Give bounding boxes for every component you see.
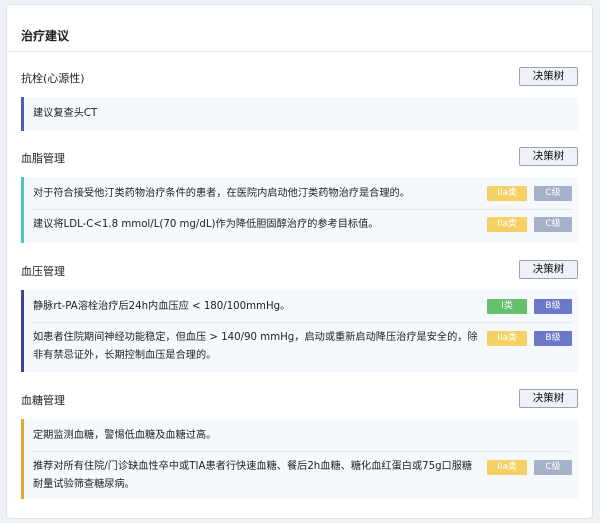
recommendation-text-line: 如患者住院期间神经功能稳定，但血压 > 140/90 mmHg，启动或重新启动降… [33,332,478,343]
recommendation-block-glucose: 定期监测血糖，警惕低血糖及血糖过高。 推荐对所有住院/门诊缺血性卒中或TIA患者… [21,419,578,499]
recommendation-class-badge: IIa类 [487,460,527,475]
decision-tree-button[interactable]: 决策树 [519,147,578,166]
recommendation-row: 如患者住院期间神经功能稳定，但血压 > 140/90 mmHg，启动或重新启动降… [24,329,578,365]
recommendation-block-lipid: 对于符合接受他汀类药物治疗条件的患者，在医院内启动他汀类药物治疗是合理的。 II… [21,177,578,243]
recommendation-row: 建议将LDL-C<1.8 mmol/L(70 mg/dL)作为降低胆固醇治疗的参… [24,216,578,234]
section-title: 血糖管理 [21,394,65,407]
decision-tree-button[interactable]: 决策树 [519,260,578,279]
recommendation-block-blood-pressure: 静脉rt-PA溶栓治疗后24h内血压应 < 180/100mmHg。 I类 B级… [21,290,578,372]
recommendation-text: 建议将LDL-C<1.8 mmol/L(70 mg/dL)作为降低胆固醇治疗的参… [33,219,379,230]
recommendation-text-line: 非有禁忌证外，长期控制血压是合理的。 [33,350,217,361]
recommendation-class-badge: I类 [487,299,527,314]
section-header-blood-pressure: 血压管理 决策树 [21,260,578,280]
row-divider [32,209,572,210]
evidence-level-badge: C级 [534,217,572,232]
recommendation-block-antithrombotic: 建议复查头CT [21,97,578,131]
treatment-advice-panel: 治疗建议 抗栓(心源性) 决策树 建议复查头CT 血脂管理 决策树 对于符合接受… [6,4,593,519]
evidence-level-badge: B级 [534,299,572,314]
recommendation-row: 定期监测血糖，警惕低血糖及血糖过高。 [24,427,578,445]
recommendation-text: 对于符合接受他汀类药物治疗条件的患者，在医院内启动他汀类药物治疗是合理的。 [33,188,410,199]
section-header-lipid: 血脂管理 决策树 [21,147,578,167]
recommendation-text: 建议复查头CT [33,108,98,119]
evidence-level-badge: B级 [534,331,572,346]
title-divider [7,51,592,52]
recommendation-text: 静脉rt-PA溶栓治疗后24h内血压应 < 180/100mmHg。 [33,301,291,312]
recommendation-class-badge: IIa类 [487,217,527,232]
decision-tree-button[interactable]: 决策树 [519,67,578,86]
evidence-level-badge: C级 [534,460,572,475]
decision-tree-button[interactable]: 决策树 [519,389,578,408]
recommendation-text: 定期监测血糖，警惕低血糖及血糖过高。 [33,430,217,441]
section-title: 血压管理 [21,265,65,278]
row-divider [32,322,572,323]
recommendation-row: 对于符合接受他汀类药物治疗条件的患者，在医院内启动他汀类药物治疗是合理的。 II… [24,185,578,203]
recommendation-row: 静脉rt-PA溶栓治疗后24h内血压应 < 180/100mmHg。 I类 B级 [24,298,578,316]
recommendation-class-badge: IIa类 [487,331,527,346]
row-divider [32,451,572,452]
recommendation-class-badge: IIa类 [487,186,527,201]
section-header-glucose: 血糖管理 决策树 [21,389,578,409]
section-header-antithrombotic: 抗栓(心源性) 决策树 [21,67,578,87]
section-title: 抗栓(心源性) [21,72,85,85]
recommendation-row: 推荐对所有住院/门诊缺血性卒中或TIA患者行快速血糖、餐后2h血糖、糖化血红蛋白… [24,458,578,494]
page-title: 治疗建议 [21,29,70,43]
recommendation-text-line: 推荐对所有住院/门诊缺血性卒中或TIA患者行快速血糖、餐后2h血糖、糖化血红蛋白… [33,461,473,472]
recommendation-row: 建议复查头CT [24,105,578,123]
evidence-level-badge: C级 [534,186,572,201]
recommendation-text-line: 耐量试验筛查糖尿病。 [33,479,135,490]
section-title: 血脂管理 [21,152,65,165]
